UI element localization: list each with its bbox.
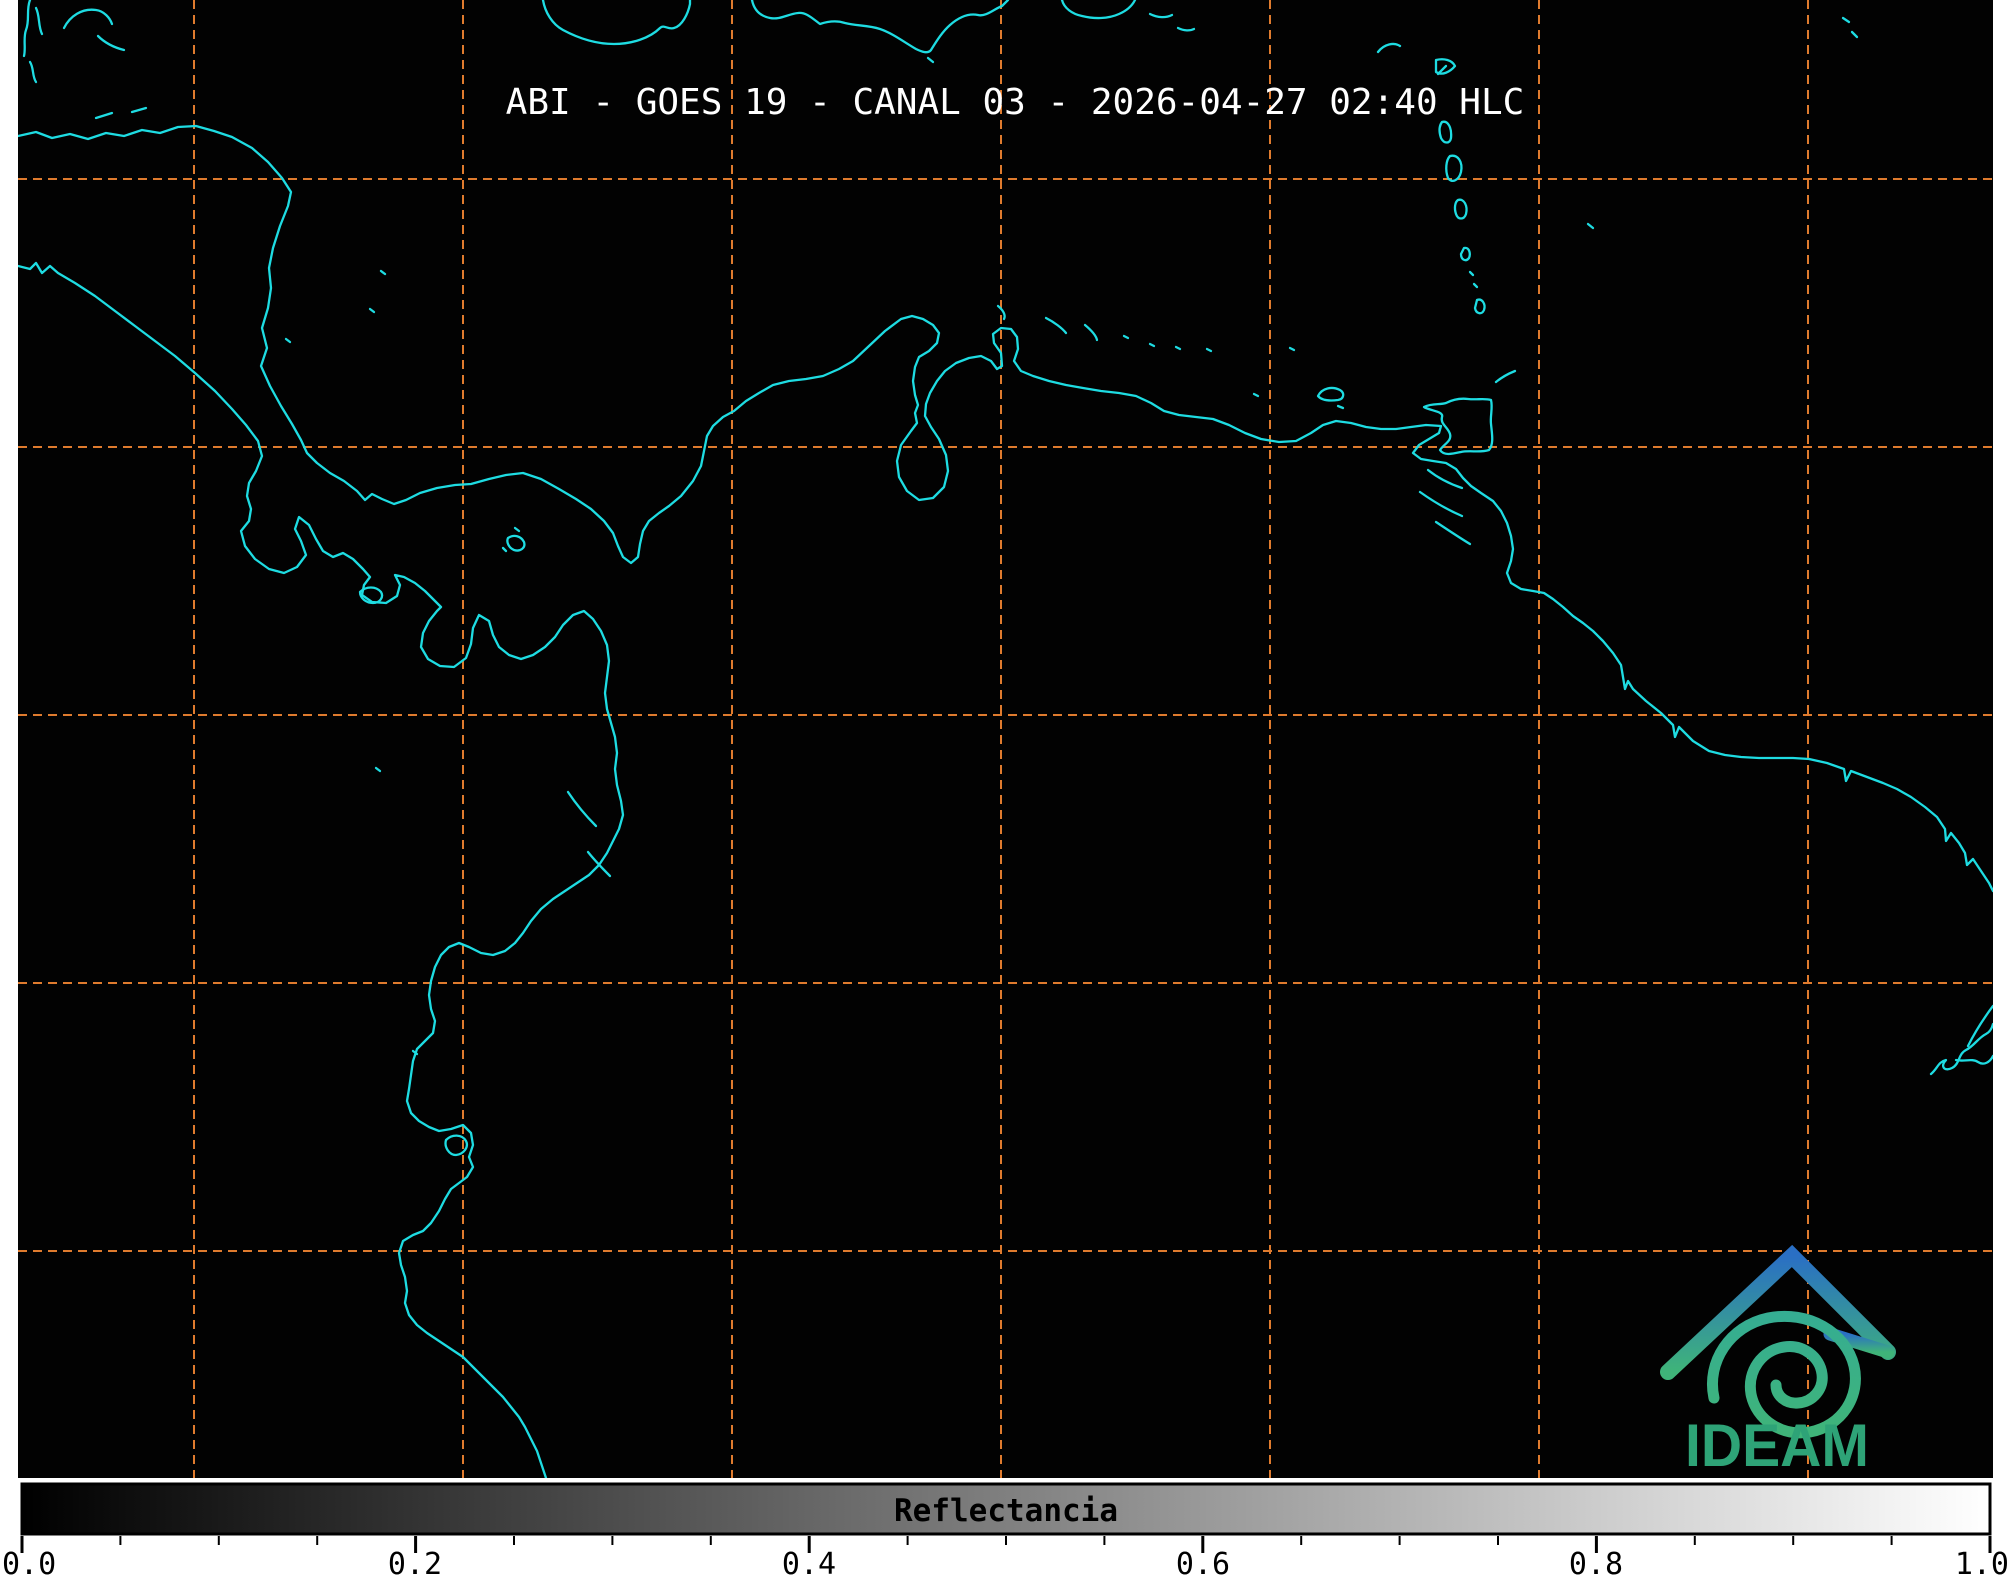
- tick-label-10: 1.0: [1955, 1547, 2009, 1577]
- tick-label-08: 0.8: [1569, 1547, 1623, 1577]
- satellite-image-viewer: ABI - GOES 19 - CANAL 03 - 2026-04-27 02…: [0, 0, 2011, 1577]
- tick-label-06: 0.6: [1176, 1547, 1230, 1577]
- map-area: [18, 0, 1993, 1478]
- tick-label-02: 0.2: [388, 1547, 442, 1577]
- colorbar: Reflectancia 0.0 0.2 0.4 0.6 0.8 1.0: [2, 1484, 2009, 1577]
- ideam-wordmark: IDEAM: [1685, 1412, 1869, 1479]
- goes-map-figure: ABI - GOES 19 - CANAL 03 - 2026-04-27 02…: [0, 0, 2011, 1577]
- colorbar-tick-labels: 0.0 0.2 0.4 0.6 0.8 1.0: [2, 1547, 2009, 1577]
- map-title: ABI - GOES 19 - CANAL 03 - 2026-04-27 02…: [506, 82, 1525, 123]
- colorbar-label: Reflectancia: [894, 1493, 1118, 1529]
- tick-label-0: 0.0: [2, 1547, 56, 1577]
- colorbar-ticks: [22, 1536, 1990, 1553]
- tick-label-04: 0.4: [782, 1547, 836, 1577]
